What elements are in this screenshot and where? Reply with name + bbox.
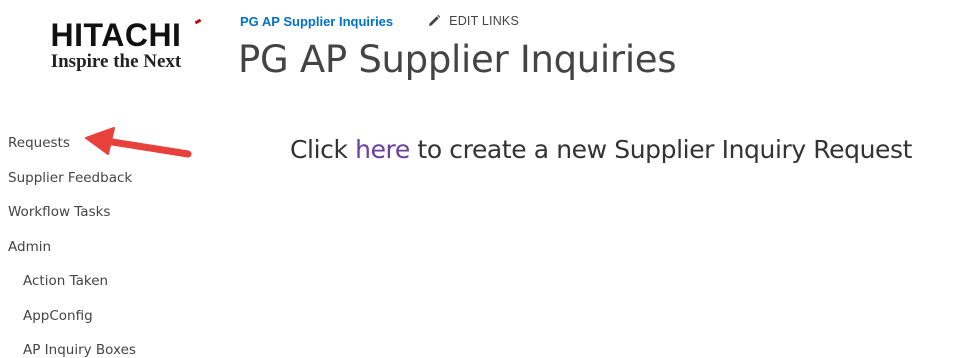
message-suffix: to create a new Supplier Inquiry Request xyxy=(409,135,913,164)
message-prefix: Click xyxy=(290,135,356,164)
page-title: PG AP Supplier Inquiries xyxy=(238,38,677,81)
nav-item-workflow-tasks[interactable]: Workflow Tasks xyxy=(8,195,208,230)
edit-links-label: EDIT LINKS xyxy=(449,14,520,28)
nav-item-action-taken[interactable]: Action Taken xyxy=(8,264,208,299)
nav-item-appconfig[interactable]: AppConfig xyxy=(8,299,208,334)
sharepoint-page: HITACHI Inspire the Next PG AP Supplier … xyxy=(0,0,974,358)
create-request-message: Click here to create a new Supplier Inqu… xyxy=(290,133,912,167)
hitachi-logo[interactable]: HITACHI Inspire the Next xyxy=(26,18,206,78)
create-request-link[interactable]: here xyxy=(355,135,410,164)
annotation-arrow xyxy=(85,127,192,158)
nav-item-ap-inquiry-boxes[interactable]: AP Inquiry Boxes xyxy=(8,333,208,358)
nav-item-admin[interactable]: Admin xyxy=(8,230,208,265)
site-home-link[interactable]: PG AP Supplier Inquiries xyxy=(240,14,393,29)
logo-wordmark: HITACHI xyxy=(50,17,182,53)
logo-tagline: Inspire the Next xyxy=(50,51,182,72)
pencil-icon xyxy=(429,14,441,26)
top-link-bar: PG AP Supplier Inquiries EDIT LINKS xyxy=(240,11,519,31)
edit-links-button[interactable]: EDIT LINKS xyxy=(427,14,519,28)
nav-item-supplier-feedback[interactable]: Supplier Feedback xyxy=(8,161,208,196)
